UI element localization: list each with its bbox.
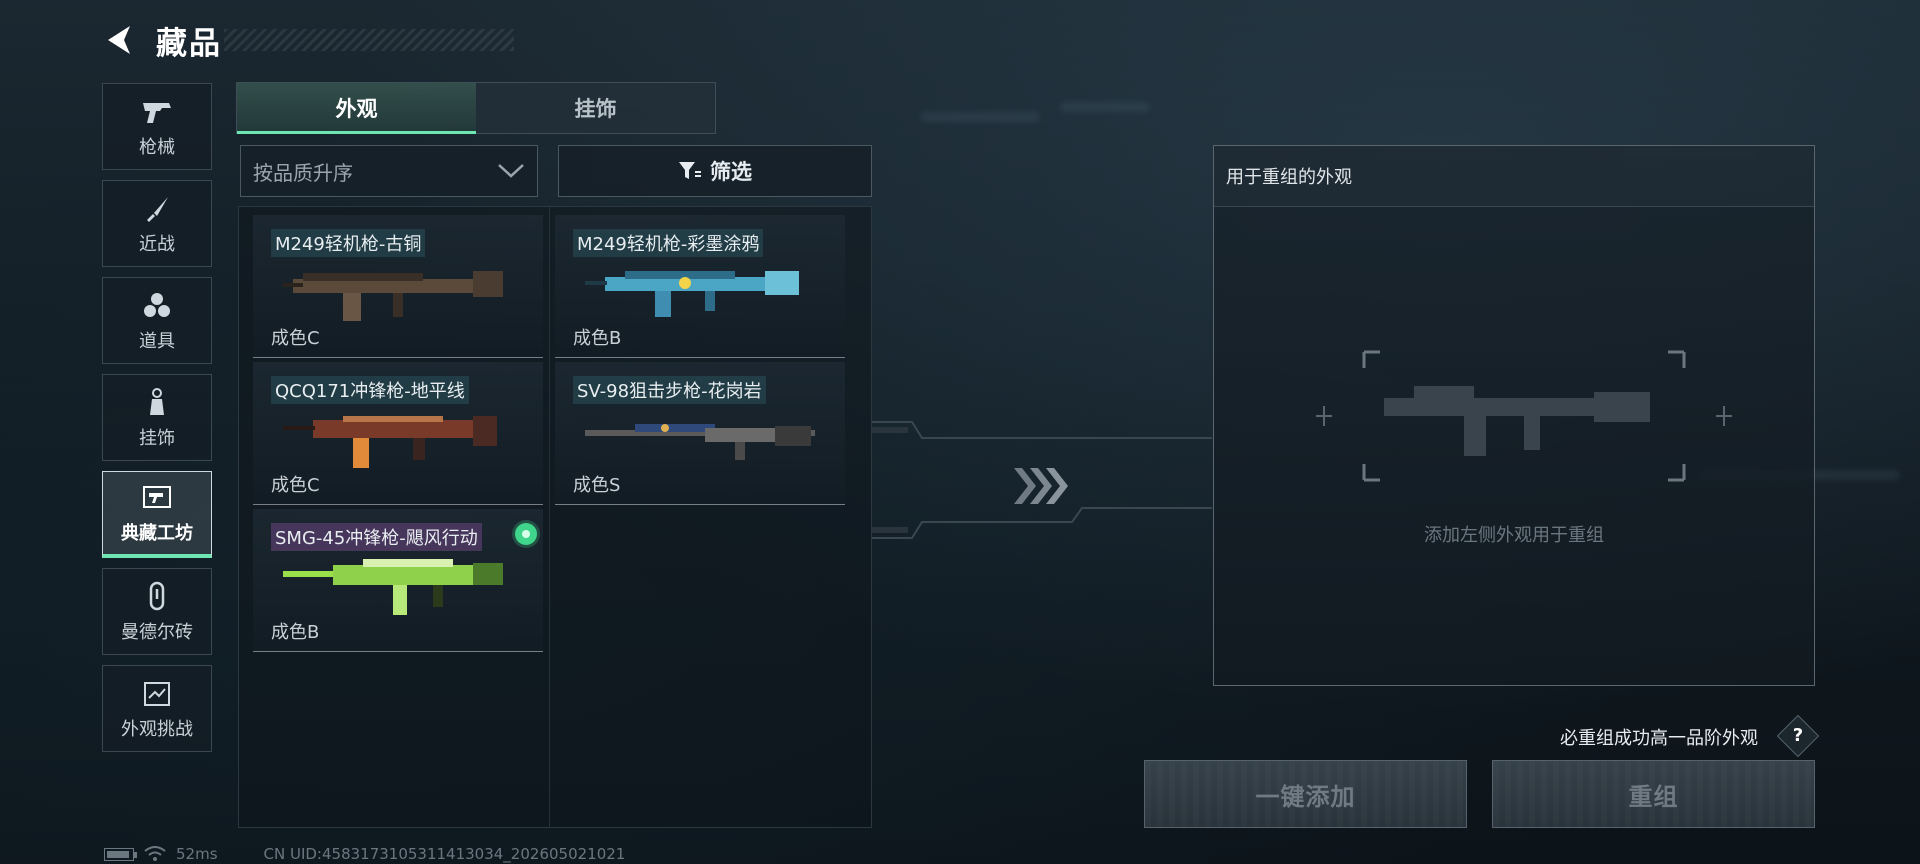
ping-value: 52ms — [176, 845, 218, 863]
sidebar-item-charms[interactable]: 挂饰 — [102, 374, 212, 461]
skin-card[interactable]: SMG-45冲锋枪-飓风行动 成色B — [253, 509, 543, 652]
wifi-icon — [144, 846, 166, 861]
sidebar-item-label: 曼德尔砖 — [121, 621, 193, 643]
category-sidebar: 枪械 近战 道具 挂饰 典藏工坊 曼德尔砖 外观挑战 — [102, 83, 212, 762]
add-all-label: 一键添加 — [1255, 782, 1356, 811]
filter-button[interactable]: 筛选 — [558, 145, 872, 197]
back-button[interactable] — [100, 20, 136, 60]
status-footer: 52ms CN UID:4583173105311413034_20260502… — [104, 844, 625, 864]
sidebar-item-mandel-brick[interactable]: 曼德尔砖 — [102, 568, 212, 655]
user-uid: CN UID:4583173105311413034_202605021021 — [263, 845, 626, 863]
skin-grade: 成色S — [573, 475, 621, 496]
tab-bar: 外观 挂饰 — [236, 82, 716, 134]
skin-card[interactable]: QCQ171冲锋枪-地平线 成色C — [253, 362, 543, 505]
sort-dropdown[interactable]: 按品质升序 — [240, 145, 538, 197]
machine-gun-image — [585, 271, 799, 317]
skin-grid: M249轻机枪-古铜 成色C M249轻机枪-彩墨涂鸦 成色B QCQ171冲锋… — [238, 206, 872, 828]
sidebar-item-melee[interactable]: 近战 — [102, 180, 212, 267]
charm-icon — [140, 386, 174, 420]
sidebar-item-guns[interactable]: 枪械 — [102, 83, 212, 170]
sidebar-item-skin-challenge[interactable]: 外观挑战 — [102, 665, 212, 752]
chevron-down-icon — [498, 164, 524, 178]
help-button[interactable]: ? — [1776, 714, 1820, 758]
skin-card[interactable]: SV-98狙击步枪-花岗岩 成色S — [555, 362, 845, 505]
smg-image — [283, 416, 497, 468]
recombine-hint: 添加左侧外观用于重组 — [1424, 525, 1604, 546]
smg-image — [283, 559, 503, 615]
sidebar-item-label: 典藏工坊 — [121, 523, 193, 544]
selected-indicator — [515, 523, 537, 545]
recombine-button[interactable]: 重组 — [1492, 760, 1815, 828]
sort-value: 按品质升序 — [253, 160, 353, 185]
skin-grade: 成色B — [573, 328, 622, 349]
empty-slot-rifle-icon — [1316, 350, 1732, 482]
filter-icon — [679, 162, 701, 179]
filter-label: 筛选 — [710, 160, 752, 184]
tab-charms[interactable]: 挂饰 — [476, 83, 715, 133]
arrow-right-icon — [1014, 468, 1068, 504]
question-icon: ? — [1792, 725, 1804, 746]
machine-gun-image — [283, 271, 503, 321]
sidebar-item-label: 道具 — [139, 330, 175, 352]
tab-appearance[interactable]: 外观 — [237, 83, 476, 134]
skin-card[interactable]: M249轻机枪-彩墨涂鸦 成色B — [555, 215, 845, 358]
recombine-panel: 用于重组的外观 添加左侧外观用于重组 — [1213, 145, 1815, 686]
sidebar-item-label: 外观挑战 — [121, 718, 193, 740]
background-streak — [1060, 102, 1150, 112]
skin-grade: 成色C — [271, 475, 320, 496]
title-decoration — [224, 29, 514, 51]
sidebar-item-props[interactable]: 道具 — [102, 277, 212, 364]
recombine-label: 重组 — [1628, 782, 1679, 811]
brick-icon — [140, 580, 174, 614]
skin-grade: 成色C — [271, 328, 320, 349]
grid-divider — [549, 207, 550, 827]
recombine-rule-text: 必重组成功高一品阶外观 — [1560, 728, 1758, 749]
knife-icon — [140, 192, 174, 226]
battery-icon — [104, 847, 137, 861]
sidebar-item-workshop[interactable]: 典藏工坊 — [102, 471, 212, 558]
page-header: 藏品 — [100, 18, 514, 62]
sidebar-item-label: 枪械 — [139, 136, 175, 158]
workshop-icon — [140, 481, 174, 515]
page-title: 藏品 — [156, 25, 222, 62]
background-streak — [920, 112, 1040, 122]
challenge-icon — [140, 677, 174, 711]
sidebar-item-label: 近战 — [139, 233, 175, 255]
add-all-button[interactable]: 一键添加 — [1144, 760, 1467, 828]
skin-card[interactable]: M249轻机枪-古铜 成色C — [253, 215, 543, 358]
pistol-icon — [140, 95, 174, 129]
sniper-rifle-image — [585, 424, 815, 460]
chevron-left-icon — [108, 26, 130, 54]
sidebar-item-label: 挂饰 — [139, 427, 175, 449]
hex-cluster-icon — [140, 289, 174, 323]
skin-grade: 成色B — [271, 622, 320, 643]
recombine-panel-title: 用于重组的外观 — [1214, 146, 1814, 207]
